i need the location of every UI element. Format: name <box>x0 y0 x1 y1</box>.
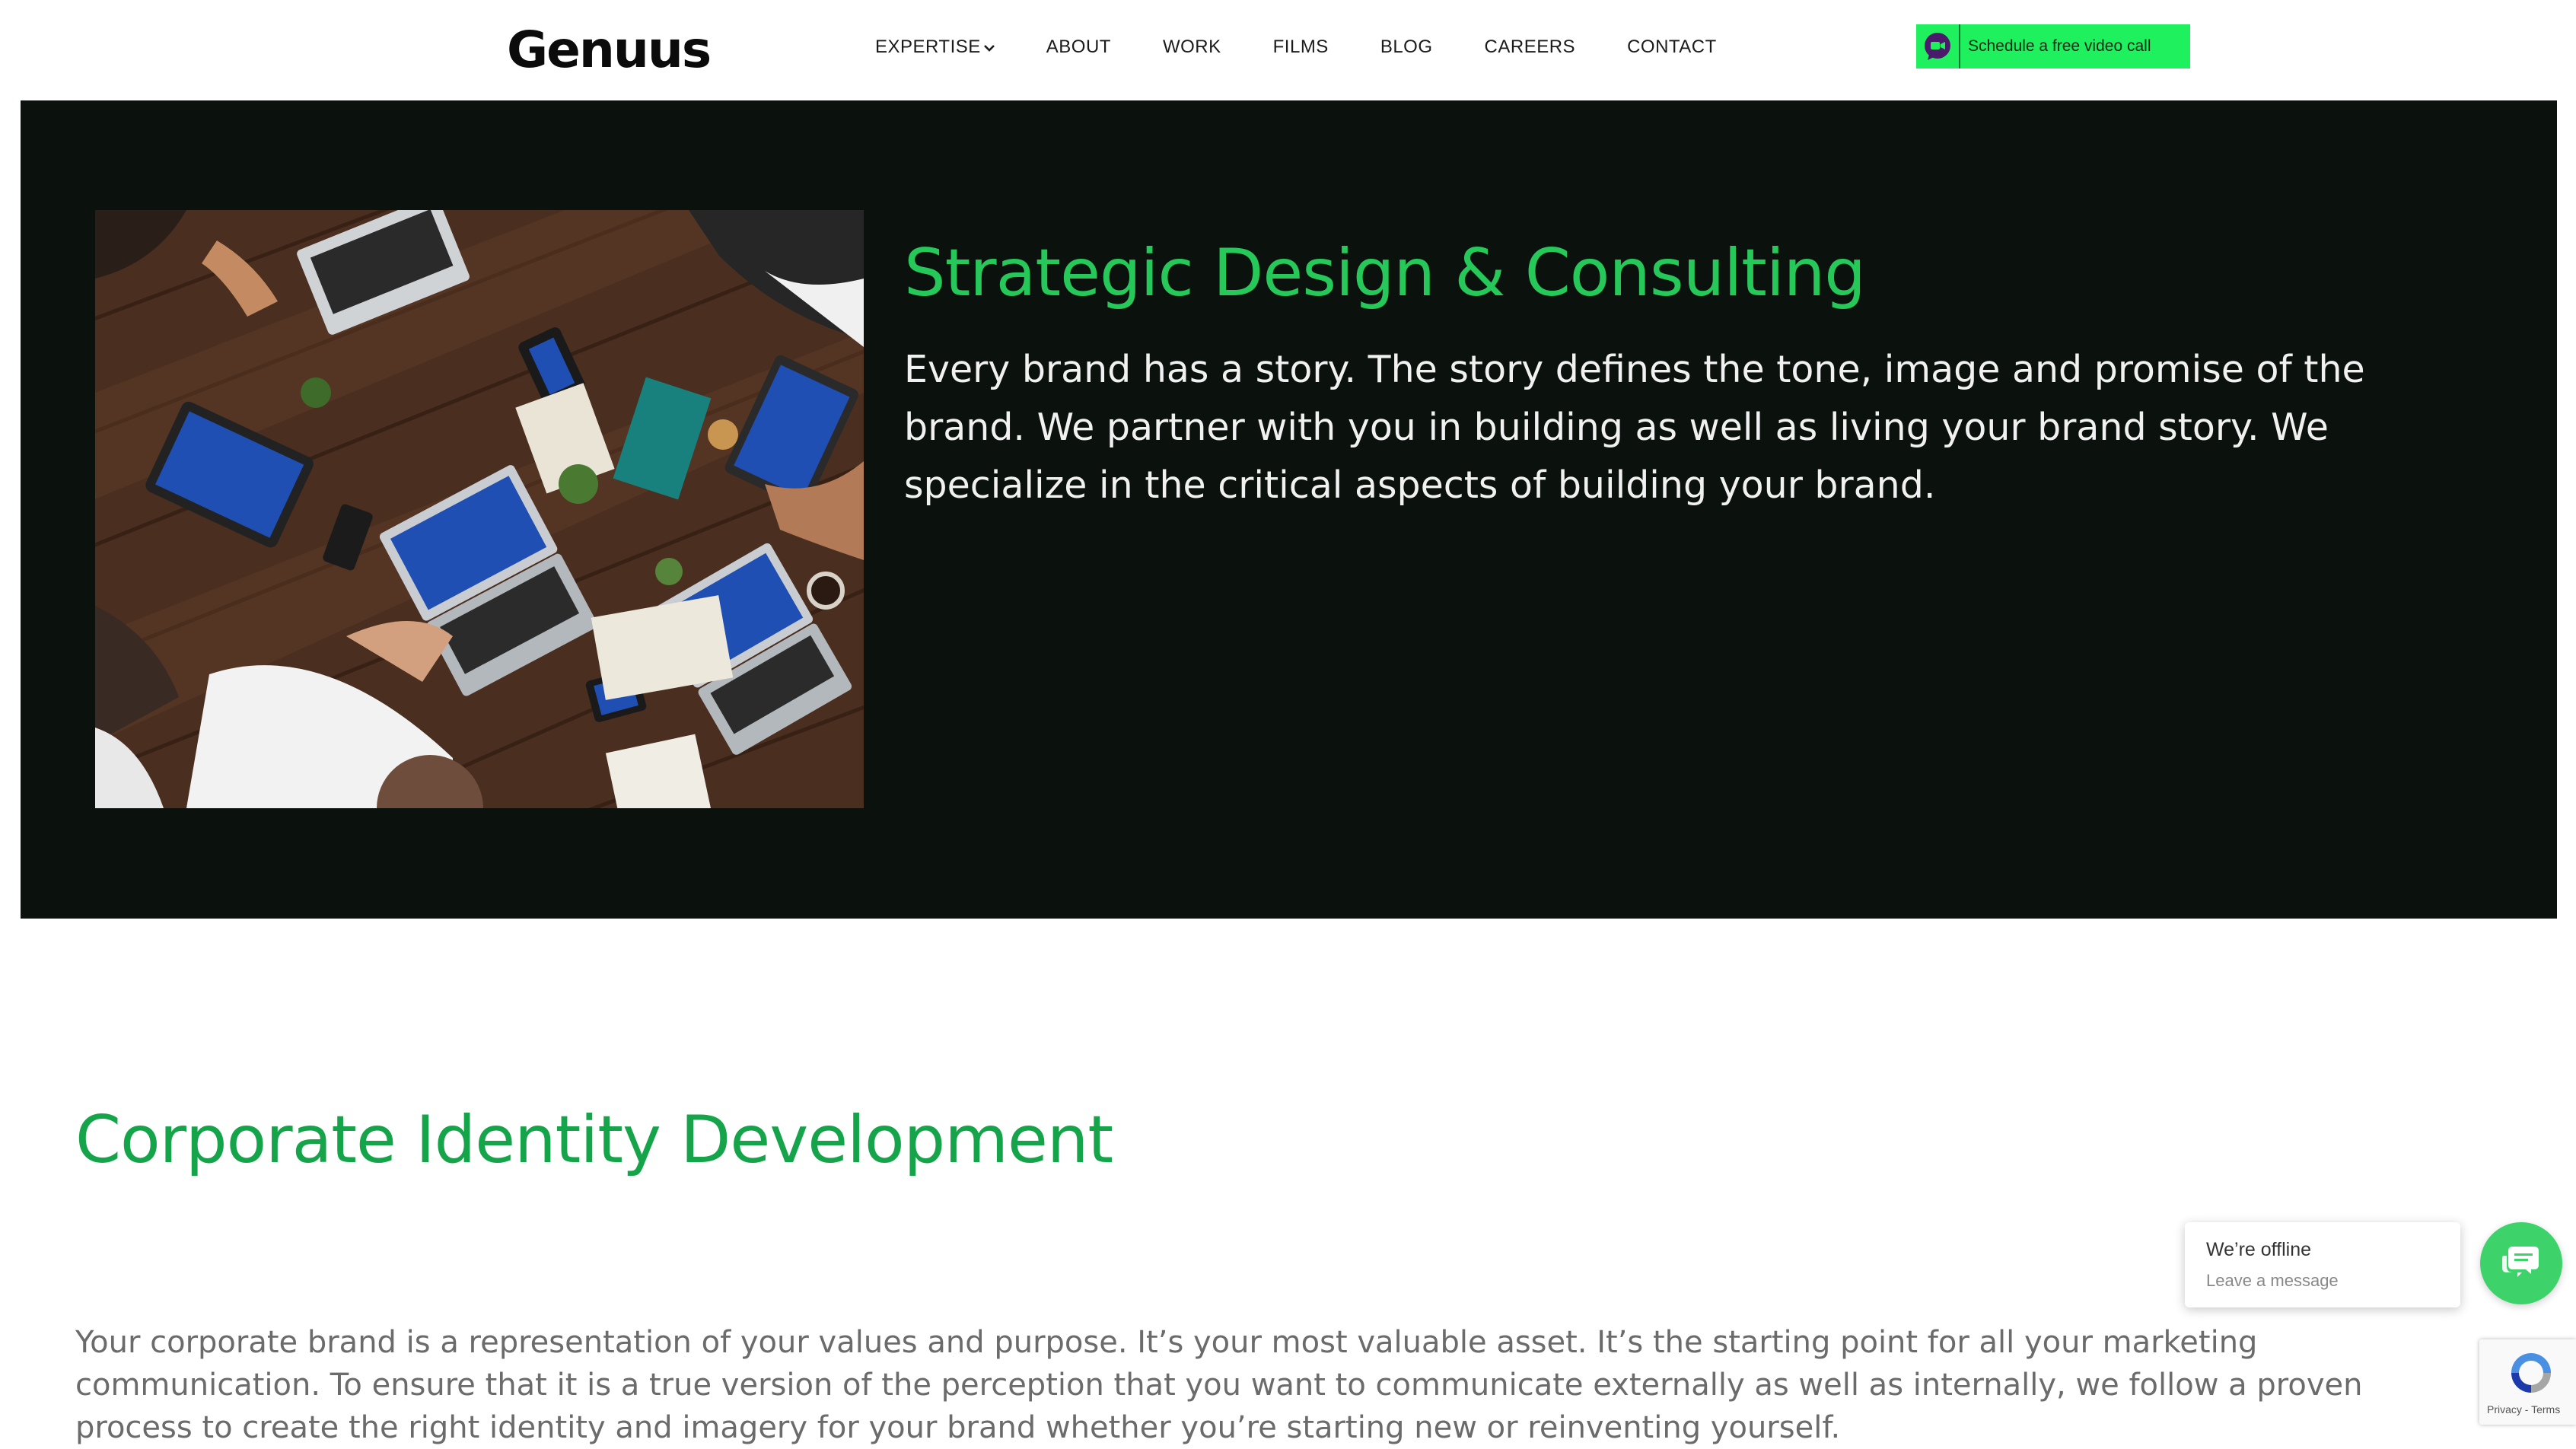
nav-item-contact[interactable]: CONTACT <box>1627 37 1717 58</box>
recaptcha-icon <box>2507 1349 2555 1401</box>
hero-text: Every brand has a story. The story defin… <box>904 348 2365 507</box>
site-logo[interactable]: Genuus <box>507 20 712 81</box>
recaptcha-badge[interactable]: Privacy - Terms <box>2479 1339 2576 1425</box>
chat-status-card[interactable]: We’re offline Leave a message <box>2185 1222 2460 1307</box>
chevron-down-icon <box>983 40 995 56</box>
nav-label: EXPERTISE <box>875 37 981 57</box>
section-title: Corporate Identity Development <box>75 1102 1113 1178</box>
chat-launcher-button[interactable] <box>2480 1222 2562 1304</box>
recaptcha-links[interactable]: Privacy - Terms <box>2487 1403 2560 1416</box>
nav-item-expertise[interactable]: EXPERTISE <box>875 37 995 58</box>
nav-item-films[interactable]: FILMS <box>1273 37 1329 58</box>
chat-status: We’re offline <box>2206 1239 2312 1260</box>
chat-leave-message[interactable]: Leave a message <box>2206 1271 2339 1291</box>
nav-item-blog[interactable]: BLOG <box>1380 37 1433 58</box>
cta-label: Schedule a free video call <box>1968 37 2151 55</box>
nav-item-about[interactable]: ABOUT <box>1046 37 1111 58</box>
video-chat-icon <box>1916 24 1960 68</box>
section-text: Your corporate brand is a representation… <box>75 1325 2363 1445</box>
nav-item-work[interactable]: WORK <box>1163 37 1221 58</box>
chat-bubble-icon <box>2501 1244 2542 1284</box>
team-meeting-photo <box>95 210 864 808</box>
site-header: Genuus EXPERTISE ABOUT WORK FILMS BLOG C… <box>0 0 2576 100</box>
main-nav: EXPERTISE ABOUT WORK FILMS BLOG CAREERS … <box>875 33 1769 61</box>
schedule-video-call-button[interactable]: Schedule a free video call <box>1916 24 2190 68</box>
nav-item-careers[interactable]: CAREERS <box>1485 37 1576 58</box>
strategic-design-section: Strategic Design & Consulting Every bran… <box>21 100 2557 919</box>
hero-title: Strategic Design & Consulting <box>904 235 1866 311</box>
